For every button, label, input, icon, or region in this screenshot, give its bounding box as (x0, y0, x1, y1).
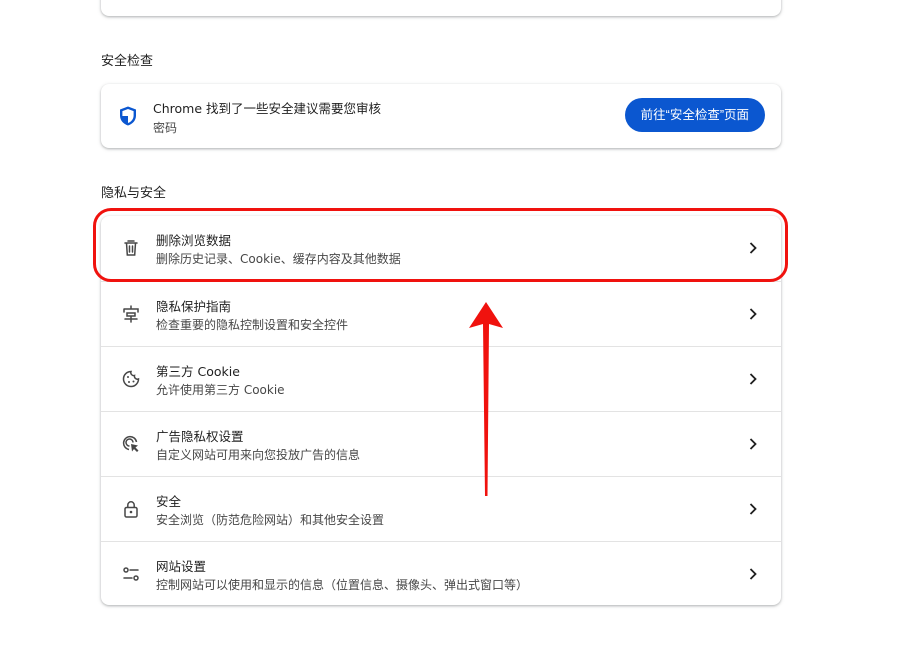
row-subtitle: 控制网站可以使用和显示的信息（位置信息、摄像头、弹出式窗口等） (156, 578, 529, 592)
chevron-right-icon (749, 242, 757, 254)
privacy-security-heading: 隐私与安全 (101, 186, 167, 201)
chevron-right-icon (749, 503, 757, 515)
safety-check-card: Chrome 找到了一些安全建议需要您审核 密码 前往“安全检查”页面 (101, 84, 781, 148)
ad-privacy-icon (122, 435, 139, 452)
shield-icon (120, 106, 136, 126)
cookie-icon (122, 370, 140, 388)
safety-check-heading: 安全检查 (101, 54, 154, 69)
row-subtitle: 检查重要的隐私控制设置和安全控件 (156, 318, 349, 332)
row-title: 安全 (156, 494, 182, 509)
row-subtitle: 自定义网站可用来向您投放广告的信息 (156, 448, 361, 462)
ad-privacy-row[interactable]: 广告隐私权设置 自定义网站可用来向您投放广告的信息 (101, 411, 781, 476)
go-to-safety-check-button[interactable]: 前往“安全检查”页面 (624, 98, 765, 132)
sliders-icon (123, 567, 139, 581)
privacy-guide-row[interactable]: 隐私保护指南 检查重要的隐私控制设置和安全控件 (101, 281, 781, 346)
row-subtitle: 删除历史记录、Cookie、缓存内容及其他数据 (156, 252, 401, 266)
row-title: 广告隐私权设置 (156, 429, 244, 444)
row-title: 网站设置 (156, 559, 207, 574)
row-subtitle: 允许使用第三方 Cookie (156, 383, 285, 397)
settings-page: 安全检查 Chrome 找到了一些安全建议需要您审核 密码 前往“安全检查”页面… (0, 0, 916, 645)
row-title: 隐私保护指南 (156, 299, 232, 314)
previous-section-card (101, 0, 781, 16)
trash-icon (124, 240, 138, 256)
site-settings-row[interactable]: 网站设置 控制网站可以使用和显示的信息（位置信息、摄像头、弹出式窗口等） (101, 541, 781, 606)
privacy-guide-icon (123, 305, 139, 323)
chevron-right-icon (749, 373, 757, 385)
lock-icon (124, 501, 138, 518)
chevron-right-icon (749, 308, 757, 320)
row-title: 删除浏览数据 (156, 233, 232, 248)
chevron-right-icon (749, 438, 757, 450)
safety-check-title: Chrome 找到了一些安全建议需要您审核 (153, 101, 382, 116)
chevron-right-icon (749, 568, 757, 580)
security-row[interactable]: 安全 安全浏览（防范危险网站）和其他安全设置 (101, 476, 781, 541)
row-title: 第三方 Cookie (156, 364, 240, 379)
row-subtitle: 安全浏览（防范危险网站）和其他安全设置 (156, 513, 385, 527)
safety-check-subtitle: 密码 (153, 121, 178, 135)
clear-browsing-data-row[interactable]: 删除浏览数据 删除历史记录、Cookie、缓存内容及其他数据 (101, 216, 781, 280)
privacy-security-card: 删除浏览数据 删除历史记录、Cookie、缓存内容及其他数据 隐私保护指南 检查… (101, 216, 781, 605)
third-party-cookie-row[interactable]: 第三方 Cookie 允许使用第三方 Cookie (101, 346, 781, 411)
